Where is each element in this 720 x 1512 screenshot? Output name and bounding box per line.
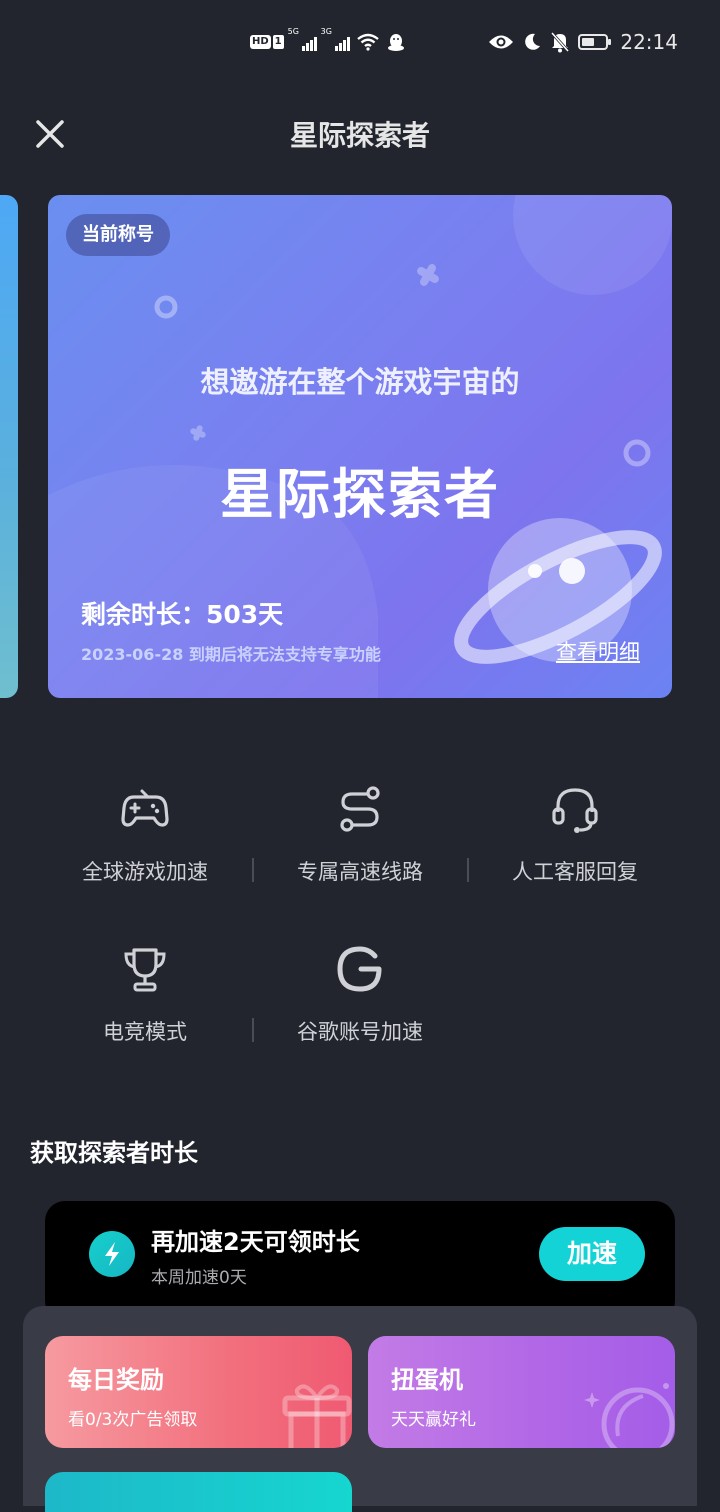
trophy-icon bbox=[124, 948, 166, 992]
status-right-icons: 22:14 bbox=[488, 30, 678, 54]
task-title: 再加速2天可领时长 bbox=[151, 1228, 360, 1256]
lightning-icon bbox=[105, 1242, 119, 1266]
moon-icon bbox=[525, 33, 541, 50]
signal-icon: 5G bbox=[288, 27, 317, 51]
planet-icon bbox=[584, 1383, 675, 1448]
eye-icon bbox=[489, 35, 514, 49]
hd-badge: HD 1 bbox=[250, 35, 284, 49]
remaining-time: 剩余时长：503天 bbox=[81, 600, 284, 629]
battery-icon bbox=[578, 34, 612, 50]
task-card: 再加速2天可领时长 本周加速0天 加速 bbox=[45, 1201, 675, 1321]
wifi-icon bbox=[356, 33, 379, 51]
clock: 22:14 bbox=[620, 30, 678, 54]
section-title: 获取探索者时长 bbox=[30, 1139, 198, 1167]
status-left-icons: HD 1 5G 3G bbox=[250, 27, 406, 54]
network-type-label: 5G bbox=[287, 27, 299, 36]
status-bar: HD 1 5G 3G 22:14 bbox=[0, 0, 720, 84]
task-icon-wrap bbox=[89, 1231, 135, 1277]
feature-label: 人工客服回复 bbox=[512, 860, 638, 884]
card-title: 星际探索者 bbox=[220, 463, 500, 526]
task-subtitle: 本周加速0天 bbox=[151, 1268, 247, 1288]
reward-subtitle: 看0/3次广告领取 bbox=[68, 1410, 198, 1430]
previous-title-card[interactable] bbox=[0, 195, 18, 698]
headset-icon bbox=[552, 788, 598, 833]
qq-icon bbox=[387, 34, 404, 51]
feature-label: 专属高速线路 bbox=[297, 860, 423, 884]
feature-label: 电竞模式 bbox=[103, 1020, 187, 1044]
sim-label: 1 bbox=[272, 35, 284, 49]
gashapon-card[interactable]: 扭蛋机 天天赢好礼 bbox=[368, 1336, 675, 1448]
feature-dedicated-route[interactable]: 专属高速线路 bbox=[252, 784, 468, 886]
feature-label: 谷歌账号加速 bbox=[297, 1020, 423, 1044]
header: 星际探索者 bbox=[0, 100, 720, 164]
daily-reward-card[interactable]: 每日奖励 看0/3次广告领取 bbox=[45, 1336, 352, 1448]
battery-level bbox=[582, 38, 595, 46]
feature-google-account[interactable]: 谷歌账号加速 bbox=[252, 944, 468, 1046]
reward-card-partial[interactable] bbox=[45, 1472, 352, 1512]
title-card[interactable]: 当前称号 想遨游在整个游戏宇宙的 星际探索者 剩余时长：503天 2023-06… bbox=[48, 195, 672, 698]
network-type-label-2: 3G bbox=[320, 27, 332, 36]
gamepad-icon bbox=[121, 789, 169, 827]
title-badge: 当前称号 bbox=[66, 214, 170, 256]
expire-note: 2023-06-28 到期后将无法支持专享功能 bbox=[81, 645, 381, 664]
accelerate-button[interactable]: 加速 bbox=[539, 1227, 645, 1281]
card-subtitle: 想遨游在整个游戏宇宙的 bbox=[200, 365, 520, 399]
google-icon bbox=[337, 946, 382, 992]
reward-panel: 每日奖励 看0/3次广告领取 扭蛋机 天天赢好礼 bbox=[23, 1306, 697, 1512]
hd-label: HD bbox=[250, 35, 271, 49]
page-title: 星际探索者 bbox=[289, 119, 430, 152]
view-details-link[interactable]: 查看明细 bbox=[556, 636, 640, 666]
reward-title: 每日奖励 bbox=[68, 1366, 164, 1394]
feature-customer-service[interactable]: 人工客服回复 bbox=[467, 784, 683, 886]
gift-icon bbox=[282, 1384, 352, 1448]
feature-label: 全球游戏加速 bbox=[82, 860, 208, 884]
reward-subtitle: 天天赢好礼 bbox=[391, 1410, 476, 1430]
mute-bell-icon bbox=[551, 32, 570, 53]
signal-icon-2: 3G bbox=[321, 27, 350, 51]
reward-title: 扭蛋机 bbox=[391, 1366, 463, 1394]
feature-global-acceleration[interactable]: 全球游戏加速 bbox=[37, 784, 253, 886]
route-icon bbox=[340, 786, 380, 832]
feature-esports-mode[interactable]: 电竞模式 bbox=[37, 944, 253, 1046]
